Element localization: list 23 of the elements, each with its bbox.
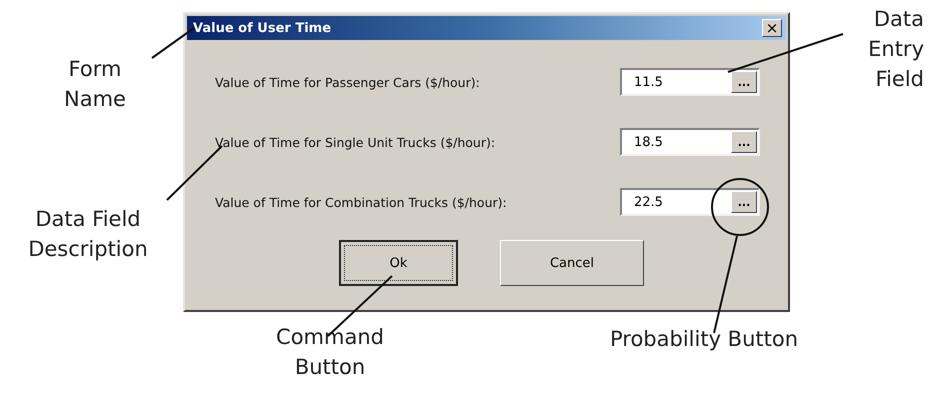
field-label: Value of Time for Single Unit Trucks ($/hour): [215,134,496,150]
browse-button[interactable]: ... [731,191,757,213]
callout-label: Probability Button [608,326,800,353]
browse-button[interactable]: ... [731,131,757,153]
leader-line [151,27,195,59]
field-value: 18.5 [633,134,664,150]
input-field[interactable]: 22.5 ... [620,188,760,216]
highlight-circle [711,178,769,236]
field-label: Value of Time for Combination Trucks ($/hour): [215,194,507,210]
callout-label: Data Field Description [27,206,149,263]
default-button[interactable]: Ok [339,240,458,286]
input-field[interactable]: 18.5 ... [620,128,760,156]
field-label: Value of Time for Passenger Cars ($/hour): [215,74,480,90]
dialog-button[interactable]: Cancel [500,240,644,286]
callout-label: Form Name [63,56,127,113]
field-value: 22.5 [633,194,664,210]
browse-button[interactable]: ... [731,71,757,93]
callout-label: Command Button [275,324,385,381]
callout-label: Data Entry Field [867,6,924,93]
close-button[interactable]: × [762,19,782,37]
field-value: 11.5 [633,74,664,90]
input-field[interactable]: 11.5 ... [620,68,760,96]
window-title: Value of User Time [193,20,332,36]
